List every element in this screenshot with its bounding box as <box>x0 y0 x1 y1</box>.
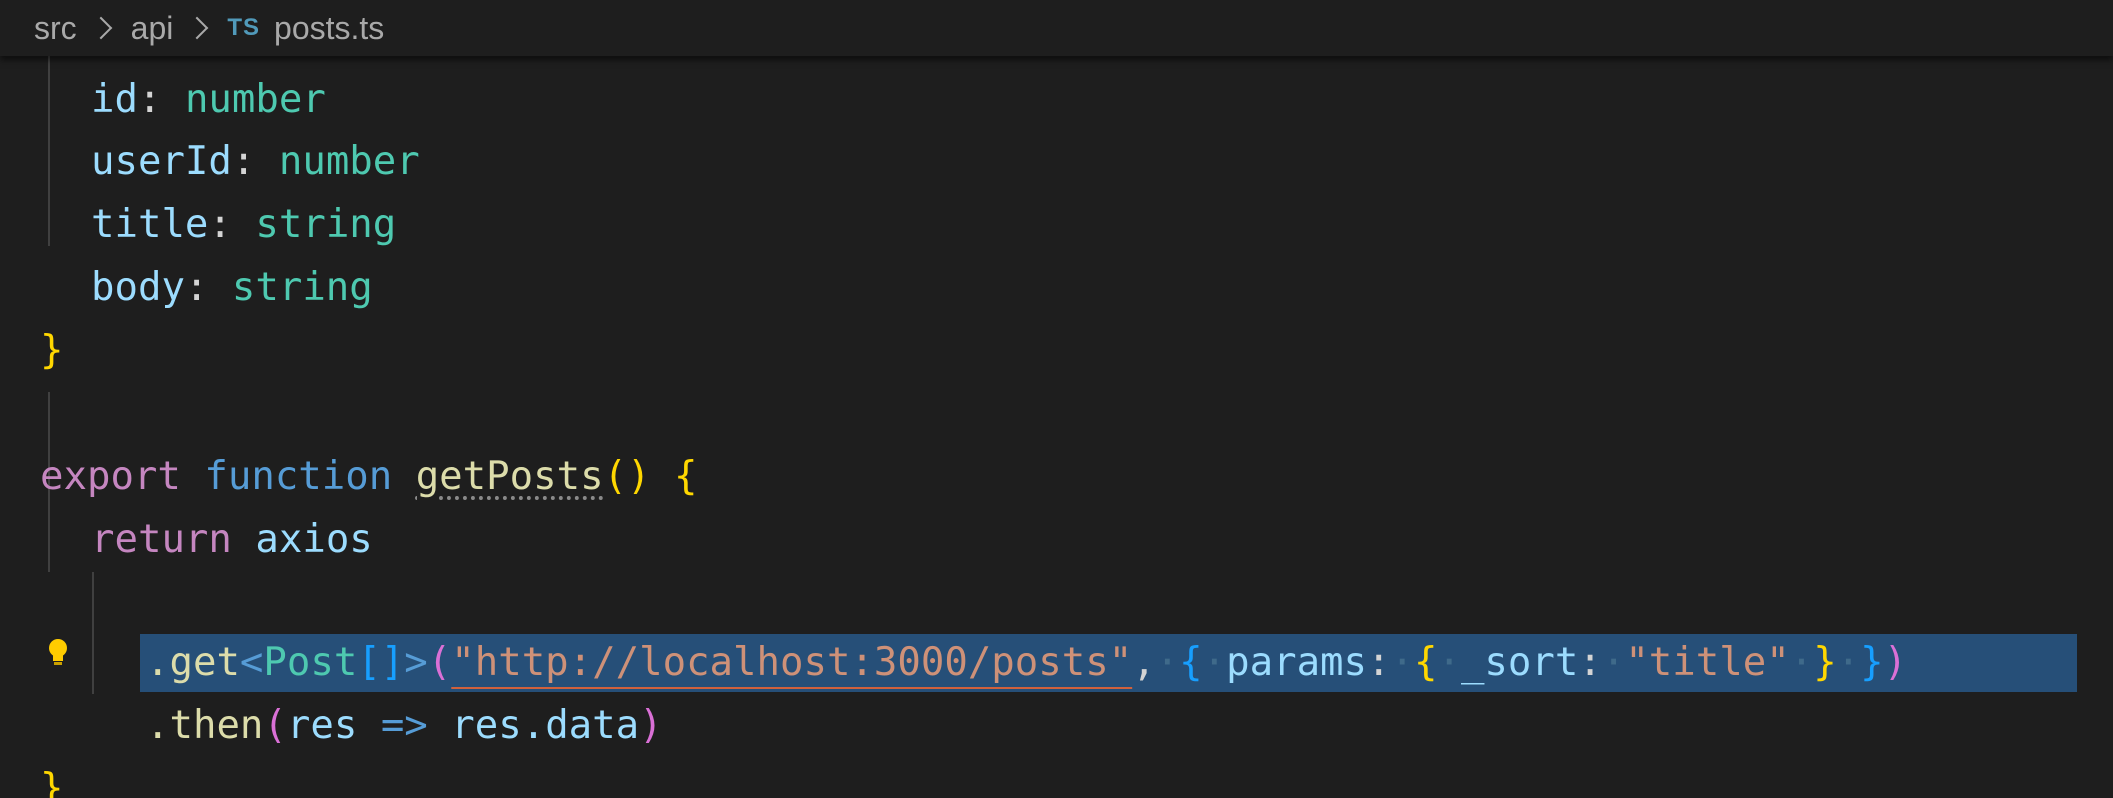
chevron-right-icon <box>89 16 112 40</box>
code-line-3: title: string <box>91 195 396 255</box>
type-name: string <box>255 202 397 247</box>
identifier-axios: axios <box>255 517 373 562</box>
breadcrumb-item-api[interactable]: api <box>131 10 174 47</box>
punctuation: : <box>184 265 209 310</box>
paren-close: ) <box>639 703 663 748</box>
punctuation: : <box>231 139 256 184</box>
code-editor[interactable]: id: number userId: number title: string … <box>0 56 2113 798</box>
indent-guide <box>48 56 50 246</box>
comma: , <box>1132 640 1156 685</box>
object-brace-close: } <box>1813 640 1837 685</box>
paren-open: ( <box>263 703 287 748</box>
parens: () <box>603 454 651 499</box>
property-sort: _sort <box>1460 640 1579 685</box>
closing-brace: } <box>40 328 64 373</box>
method-then: .then <box>146 703 264 748</box>
generic-open: < <box>239 640 264 685</box>
paren-open: ( <box>427 640 452 685</box>
keyword-export: export <box>40 454 181 499</box>
code-line-9: .get<Post[]>("http://localhost:3000/post… <box>146 640 1908 685</box>
object-brace-close: } <box>1860 640 1884 685</box>
keyword-function: function <box>204 454 393 499</box>
breadcrumb-item-src[interactable]: src <box>34 10 77 47</box>
breadcrumb: src api TS posts.ts <box>0 0 2113 56</box>
chevron-right-icon <box>186 16 209 40</box>
property-name: userId <box>91 139 232 184</box>
property-name: body <box>91 265 185 310</box>
punctuation: : <box>137 77 162 122</box>
indent-guide <box>92 572 94 694</box>
code-line-8: return axios <box>91 510 373 570</box>
type-name: string <box>231 265 373 310</box>
string-title: "title" <box>1625 640 1790 685</box>
code-line-11: } <box>40 759 63 798</box>
expression-res-data: res.data <box>451 703 640 748</box>
keyword-return: return <box>91 517 232 562</box>
opening-brace: { <box>674 454 698 499</box>
method-get: .get <box>146 640 240 685</box>
property-name: id <box>91 77 138 122</box>
lightbulb-icon[interactable] <box>44 636 72 668</box>
typescript-file-icon: TS <box>227 14 261 41</box>
string-url: "http://localhost:3000/posts" <box>451 640 1133 685</box>
object-brace-open: { <box>1413 640 1438 685</box>
function-name: getPosts <box>415 454 604 499</box>
code-line-1: id: number <box>91 70 326 130</box>
property-params: params <box>1226 640 1368 685</box>
generic-type: Post <box>263 640 358 685</box>
code-line-2: userId: number <box>91 132 420 192</box>
paren-close: ) <box>1883 640 1908 685</box>
closing-brace: } <box>40 766 64 798</box>
breadcrumb-item-file[interactable]: posts.ts <box>274 10 384 47</box>
code-line-4: body: string <box>91 258 373 318</box>
param-res: res <box>286 703 358 748</box>
code-line-7: export function getPosts() { <box>40 447 697 507</box>
type-name: number <box>278 139 420 184</box>
object-brace-open: { <box>1179 640 1203 685</box>
array-brackets: [] <box>357 640 405 685</box>
arrow-operator: => <box>380 703 428 748</box>
code-line-5: } <box>40 321 63 381</box>
punctuation: : <box>1367 640 1391 685</box>
punctuation: : <box>1578 640 1602 685</box>
code-line-10: .then(res => res.data) <box>146 696 663 756</box>
type-name: number <box>184 77 326 122</box>
punctuation: : <box>208 202 232 247</box>
property-name: title <box>91 202 209 247</box>
generic-close: > <box>404 640 428 685</box>
